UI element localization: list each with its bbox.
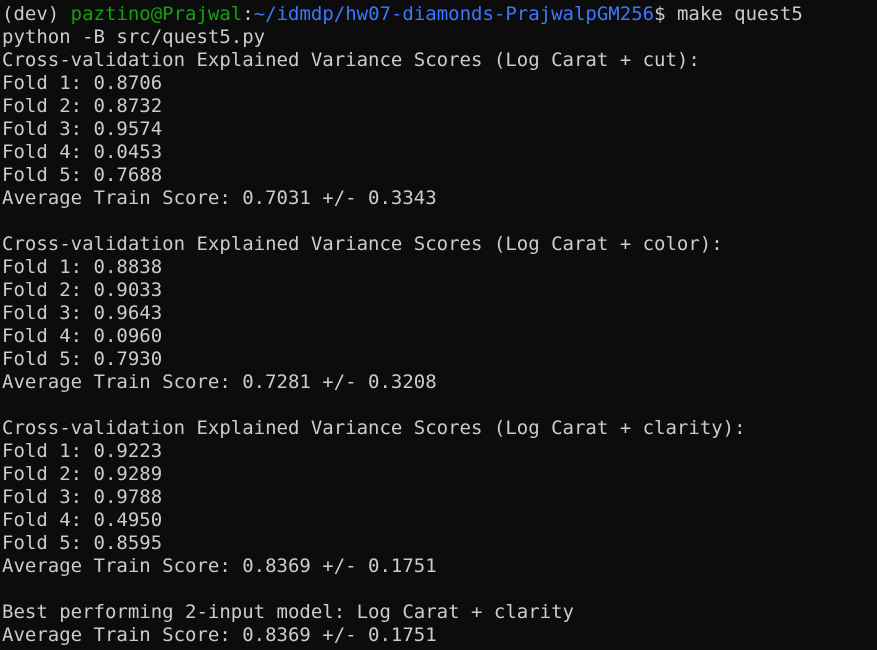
color-fold-1: Fold 1: 0.8838	[2, 256, 163, 278]
cut-fold-1: Fold 1: 0.8706	[2, 72, 163, 94]
color-fold-4: Fold 4: 0.0960	[2, 325, 163, 347]
prompt-env: (dev)	[2, 3, 60, 25]
clarity-fold-4: Fold 4: 0.4950	[2, 509, 163, 531]
prompt-separator: :	[242, 3, 254, 25]
clarity-fold-5: Fold 5: 0.8595	[2, 532, 163, 554]
clarity-fold-1: Fold 1: 0.9223	[2, 440, 163, 462]
color-fold-3: Fold 3: 0.9643	[2, 302, 163, 324]
prompt-command: make quest5	[676, 3, 803, 25]
prompt-line: (dev) paztino@Prajwal:~/idmdp/hw07-diamo…	[2, 3, 877, 26]
clarity-fold-3: Fold 3: 0.9788	[2, 486, 163, 508]
cut-header: Cross-validation Explained Variance Scor…	[2, 49, 700, 71]
command-echo: python -B src/quest5.py	[2, 26, 266, 48]
cut-fold-2: Fold 2: 0.8732	[2, 95, 163, 117]
clarity-fold-2: Fold 2: 0.9289	[2, 463, 163, 485]
clarity-header: Cross-validation Explained Variance Scor…	[2, 417, 746, 439]
terminal-output[interactable]: (dev) paztino@Prajwal:~/idmdp/hw07-diamo…	[2, 3, 877, 650]
clarity-average: Average Train Score: 0.8369 +/- 0.1751	[2, 555, 437, 577]
best-model-line: Best performing 2-input model: Log Carat…	[2, 601, 574, 623]
prompt-path: ~/idmdp/hw07-diamonds-PrajwalpGM256	[253, 3, 655, 25]
cut-fold-4: Fold 4: 0.0453	[2, 141, 163, 163]
prompt-symbol: $	[654, 3, 666, 25]
cut-fold-3: Fold 3: 0.9574	[2, 118, 163, 140]
best-average-line: Average Train Score: 0.8369 +/- 0.1751	[2, 624, 437, 646]
prompt-user-host: paztino@Prajwal	[70, 3, 243, 25]
color-fold-5: Fold 5: 0.7930	[2, 348, 163, 370]
color-average: Average Train Score: 0.7281 +/- 0.3208	[2, 371, 437, 393]
cut-fold-5: Fold 5: 0.7688	[2, 164, 163, 186]
cut-average: Average Train Score: 0.7031 +/- 0.3343	[2, 187, 437, 209]
color-fold-2: Fold 2: 0.9033	[2, 279, 163, 301]
color-header: Cross-validation Explained Variance Scor…	[2, 233, 723, 255]
